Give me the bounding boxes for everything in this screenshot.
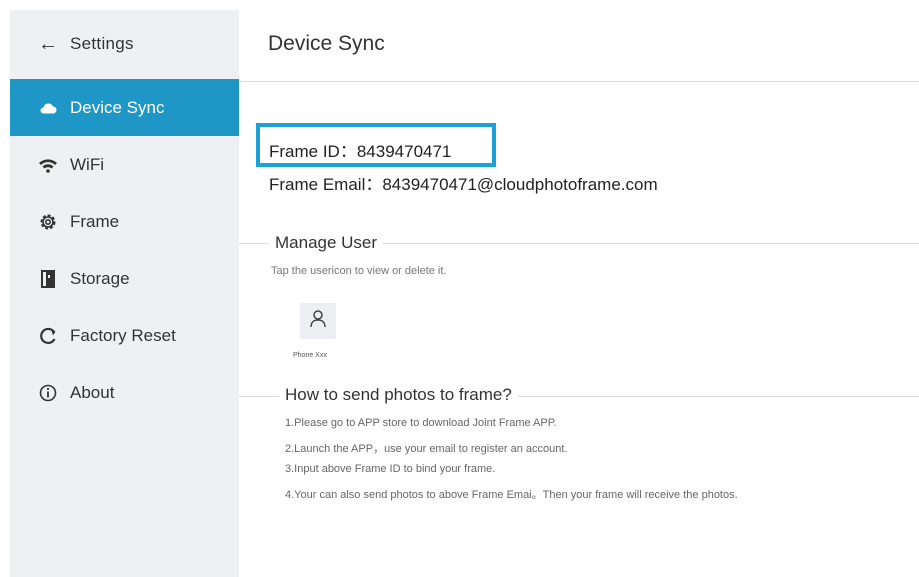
settings-app: ← Settings Device Sync WiFi Frame Storag…	[10, 10, 919, 577]
back-arrow-icon: ←	[38, 33, 58, 55]
cloud-icon	[38, 98, 58, 118]
manage-user-title: Manage User	[269, 233, 384, 253]
sidebar-item-label: WiFi	[70, 154, 104, 174]
back-to-settings-button[interactable]: ← Settings	[10, 10, 239, 78]
frame-email-text: Frame Email：8439470471@cloudphotoframe.c…	[269, 175, 658, 194]
reset-icon	[38, 326, 58, 346]
wifi-icon	[38, 155, 58, 175]
how-to-title: How to send photos to frame?	[279, 385, 518, 405]
page-title: Device Sync	[268, 32, 385, 55]
sidebar-menu: Device Sync WiFi Frame Storage Factory R…	[10, 79, 239, 421]
sidebar-item-storage[interactable]: Storage	[10, 250, 239, 307]
user-icon	[309, 309, 327, 334]
main-panel: Device Sync Frame ID：8439470471 Frame Em…	[239, 10, 919, 577]
sidebar-item-label: Storage	[70, 268, 130, 288]
sidebar-item-label: Factory Reset	[70, 325, 176, 345]
sidebar-header-title: Settings	[70, 34, 134, 53]
manage-user-hint: Tap the usericon to view or delete it.	[271, 265, 447, 277]
sidebar-item-factory-reset[interactable]: Factory Reset	[10, 307, 239, 364]
how-to-step: 1.Please go to APP store to download Joi…	[285, 417, 557, 429]
sidebar-item-frame[interactable]: Frame	[10, 193, 239, 250]
user-name-label: Phone Xxx	[293, 352, 327, 359]
gear-icon	[38, 212, 58, 232]
sidebar-item-wifi[interactable]: WiFi	[10, 136, 239, 193]
storage-icon	[38, 269, 58, 289]
sidebar-item-label: Frame	[70, 211, 120, 231]
user-avatar-button[interactable]	[300, 303, 336, 339]
how-to-step: 3.Input above Frame ID to bind your fram…	[285, 463, 496, 475]
sidebar-item-device-sync[interactable]: Device Sync	[10, 79, 239, 136]
sidebar-item-label: Device Sync	[70, 97, 165, 117]
sidebar: ← Settings Device Sync WiFi Frame Storag…	[10, 10, 239, 577]
sidebar-item-about[interactable]: About	[10, 364, 239, 421]
how-to-steps: 1.Please go to APP store to download Joi…	[285, 417, 738, 509]
info-icon	[38, 383, 58, 403]
sidebar-item-label: About	[70, 382, 115, 402]
main-header: Device Sync	[239, 10, 919, 82]
how-to-step: 4.Your can also send photos to above Fra…	[285, 489, 738, 501]
how-to-step: 2.Launch the APP，use your email to regis…	[285, 443, 568, 455]
frame-id-text: Frame ID：8439470471	[269, 142, 452, 161]
